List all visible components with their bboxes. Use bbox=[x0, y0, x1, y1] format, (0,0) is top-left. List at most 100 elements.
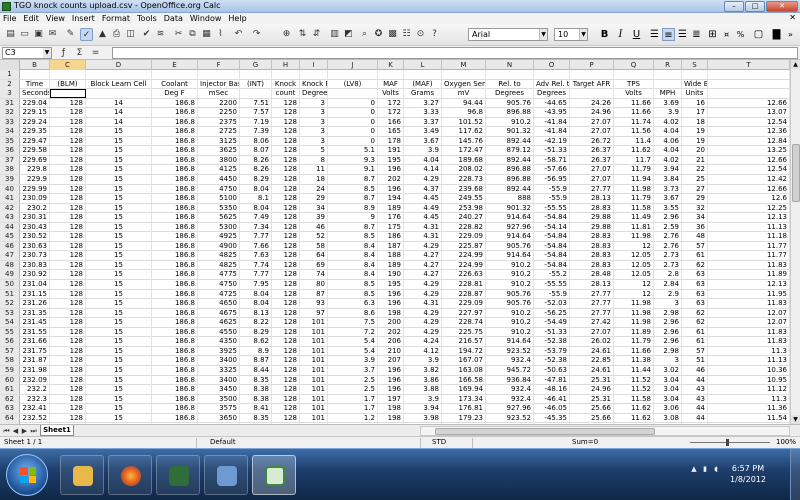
cell-m[interactable]: 228.81 bbox=[442, 280, 486, 290]
cell-f[interactable]: 4750 bbox=[198, 184, 240, 194]
cell-s[interactable]: 44 bbox=[682, 413, 708, 423]
row-number[interactable]: 47 bbox=[0, 251, 20, 261]
cell-b[interactable]: 230.09 bbox=[20, 194, 50, 204]
cell-c[interactable]: 128 bbox=[50, 308, 86, 318]
cell-b[interactable]: 230.92 bbox=[20, 270, 50, 280]
cell-s[interactable] bbox=[682, 70, 708, 79]
cell-h[interactable]: 128 bbox=[272, 155, 300, 165]
cell-b[interactable]: 229.99 bbox=[20, 184, 50, 194]
cell-r[interactable]: 2.96 bbox=[654, 318, 682, 328]
cell-o[interactable]: -54.14 bbox=[534, 222, 570, 232]
cell-f[interactable]: 4825 bbox=[198, 260, 240, 270]
cell-g[interactable]: 8.07 bbox=[240, 146, 272, 156]
cell-j[interactable]: 9.3 bbox=[328, 155, 378, 165]
cell-m[interactable]: 167.07 bbox=[442, 356, 486, 366]
cell-o[interactable]: -47.81 bbox=[534, 375, 570, 385]
cell-d[interactable]: 15 bbox=[86, 175, 152, 185]
autospell-icon[interactable]: ≋ bbox=[154, 28, 167, 41]
cell-o[interactable]: -56.25 bbox=[534, 308, 570, 318]
cell-f[interactable]: 2200 bbox=[198, 98, 240, 108]
cell-k[interactable]: 196 bbox=[378, 365, 404, 375]
cell-p[interactable]: 28.13 bbox=[570, 194, 614, 204]
taskbar-calc-icon[interactable] bbox=[252, 455, 296, 495]
cell-f[interactable]: 3400 bbox=[198, 375, 240, 385]
cell-c[interactable]: 128 bbox=[50, 117, 86, 127]
close-document-icon[interactable]: ✕ bbox=[789, 13, 796, 22]
row-number[interactable]: 63 bbox=[0, 404, 20, 414]
menu-file[interactable]: File bbox=[3, 14, 16, 23]
cell-f[interactable]: 3500 bbox=[198, 394, 240, 404]
print-icon[interactable]: ⎙ bbox=[110, 28, 123, 41]
cell-l[interactable]: 4.29 bbox=[404, 280, 442, 290]
cell-q[interactable]: 11.7 bbox=[614, 155, 654, 165]
cell-n[interactable]: 910.2 bbox=[486, 117, 534, 127]
cell-r[interactable]: 3.06 bbox=[654, 404, 682, 414]
cell-c[interactable]: 128 bbox=[50, 213, 86, 223]
cell-n[interactable]: Rel. to bbox=[486, 79, 534, 89]
cell-e[interactable]: 186.8 bbox=[152, 270, 198, 280]
cell-l[interactable]: 4.31 bbox=[404, 299, 442, 309]
cell-t[interactable]: 13.07 bbox=[708, 108, 790, 118]
cell-s[interactable]: 51 bbox=[682, 356, 708, 366]
cell-t[interactable]: 12.6 bbox=[708, 194, 790, 204]
cell-c[interactable]: 128 bbox=[50, 184, 86, 194]
row-number[interactable]: 43 bbox=[0, 213, 20, 223]
row-number[interactable]: 33 bbox=[0, 117, 20, 127]
column-header-g[interactable]: G bbox=[240, 60, 272, 70]
cell-h[interactable] bbox=[272, 70, 300, 79]
cell-d[interactable]: 15 bbox=[86, 375, 152, 385]
clock[interactable]: 6:57 PM 1/8/2012 bbox=[718, 463, 778, 485]
cell-n[interactable]: 905.76 bbox=[486, 289, 534, 299]
cell-b[interactable]: 230.83 bbox=[20, 260, 50, 270]
row-number[interactable]: 45 bbox=[0, 232, 20, 242]
cell-b[interactable]: 229.35 bbox=[20, 127, 50, 137]
cell-q[interactable]: 11.62 bbox=[614, 404, 654, 414]
cell-b[interactable]: 229.24 bbox=[20, 117, 50, 127]
cell-i[interactable]: 87 bbox=[300, 289, 328, 299]
cell-i[interactable]: 64 bbox=[300, 251, 328, 261]
prev-sheet-icon[interactable]: ◀ bbox=[11, 426, 20, 436]
cell-n[interactable]: 932.4 bbox=[486, 394, 534, 404]
redo-icon[interactable]: ↷ bbox=[250, 28, 263, 41]
cell-c[interactable]: 128 bbox=[50, 280, 86, 290]
cell-j[interactable]: 8.5 bbox=[328, 280, 378, 290]
cell-h[interactable]: 128 bbox=[272, 108, 300, 118]
row-number[interactable]: 34 bbox=[0, 127, 20, 137]
cell-g[interactable]: 8.04 bbox=[240, 184, 272, 194]
cell-n[interactable]: 879.12 bbox=[486, 146, 534, 156]
align-center-icon[interactable]: ≡ bbox=[662, 28, 675, 41]
cell-k[interactable]: 198 bbox=[378, 413, 404, 423]
cell-j[interactable]: 1.7 bbox=[328, 404, 378, 414]
gallery-icon[interactable]: ▩ bbox=[386, 28, 399, 41]
cell-s[interactable]: 63 bbox=[682, 270, 708, 280]
cell-n[interactable]: 901.32 bbox=[486, 127, 534, 137]
cell-j[interactable]: 1.2 bbox=[328, 413, 378, 423]
cell-g[interactable]: 8.38 bbox=[240, 385, 272, 395]
row-number[interactable]: 35 bbox=[0, 136, 20, 146]
cell-e[interactable]: 186.8 bbox=[152, 308, 198, 318]
cell-b[interactable]: 230.31 bbox=[20, 213, 50, 223]
row-number[interactable]: 55 bbox=[0, 327, 20, 337]
cell-o[interactable]: -54.84 bbox=[534, 232, 570, 242]
cell-r[interactable]: 3.04 bbox=[654, 394, 682, 404]
sort-ascending-icon[interactable]: ⇅ bbox=[296, 28, 309, 41]
cell-j[interactable]: 8.4 bbox=[328, 260, 378, 270]
last-sheet-icon[interactable]: ⏭ bbox=[29, 426, 38, 436]
cell-o[interactable]: -55.9 bbox=[534, 184, 570, 194]
cell-e[interactable]: 186.8 bbox=[152, 318, 198, 328]
column-header-f[interactable]: F bbox=[198, 60, 240, 70]
cell-t[interactable]: 12.36 bbox=[708, 127, 790, 137]
row-number[interactable]: 53 bbox=[0, 308, 20, 318]
cell-c[interactable]: 128 bbox=[50, 394, 86, 404]
cell-g[interactable]: 7.66 bbox=[240, 241, 272, 251]
row-number[interactable]: 1 bbox=[0, 70, 20, 79]
column-header-s[interactable]: S bbox=[682, 60, 708, 70]
cell-k[interactable]: 198 bbox=[378, 404, 404, 414]
cell-h[interactable]: 128 bbox=[272, 289, 300, 299]
cell-r[interactable]: 2.73 bbox=[654, 260, 682, 270]
selection-mode[interactable]: STD bbox=[432, 437, 446, 448]
cell-k[interactable]: 196 bbox=[378, 385, 404, 395]
cell-r[interactable]: MPH bbox=[654, 89, 682, 99]
page-style[interactable]: Default bbox=[210, 437, 236, 448]
cell-n[interactable]: 892.44 bbox=[486, 136, 534, 146]
